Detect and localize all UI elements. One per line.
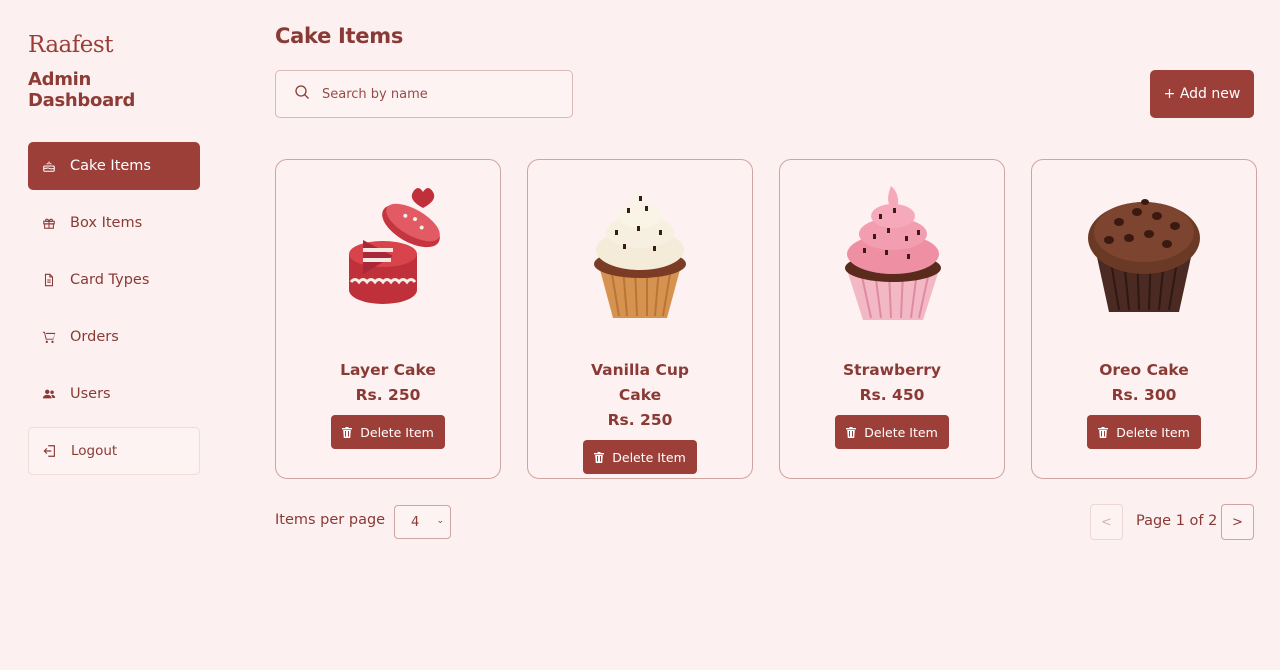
delete-item-button[interactable]: Delete Item (583, 440, 697, 474)
search-input[interactable] (322, 86, 542, 102)
users-icon (42, 387, 56, 401)
page-indicator: Page 1 of 2 (1136, 513, 1218, 529)
cake-card: Strawberry Rs. 450 Delete Item (779, 159, 1005, 479)
sidebar: Raafest Admin Dashboard Cake Items Box I… (28, 30, 200, 484)
search-box[interactable] (275, 70, 573, 118)
cake-name: Strawberry (843, 361, 941, 379)
delete-label: Delete Item (1116, 424, 1190, 440)
delete-label: Delete Item (612, 449, 686, 465)
sidebar-nav: Cake Items Box Items Card Types Orders U… (28, 142, 200, 475)
trash-icon (846, 426, 857, 438)
delete-item-button[interactable]: Delete Item (835, 415, 949, 449)
previous-page-button[interactable]: < (1090, 504, 1123, 540)
cake-card: Layer Cake Rs. 250 Delete Item (275, 159, 501, 479)
logout-label: Logout (71, 443, 118, 459)
sidebar-item-label: Orders (70, 329, 119, 345)
delete-label: Delete Item (864, 424, 938, 440)
cake-card: Oreo Cake Rs. 300 Delete Item (1031, 159, 1257, 479)
cake-name: Vanilla Cup Cake (591, 361, 689, 404)
add-new-button[interactable]: + Add new (1150, 70, 1254, 118)
cake-image (1079, 178, 1209, 328)
next-page-button[interactable]: > (1221, 504, 1254, 540)
trash-icon (342, 426, 353, 438)
brand-logo: Raafest (28, 32, 113, 58)
sidebar-item-label: Box Items (70, 215, 143, 231)
sidebar-item-orders[interactable]: Orders (28, 313, 200, 361)
cake-icon (42, 159, 56, 173)
delete-label: Delete Item (360, 424, 434, 440)
document-icon (42, 273, 56, 287)
cart-icon (42, 330, 56, 344)
cake-items-grid: Layer Cake Rs. 250 Delete Item Vanilla C… (275, 159, 1257, 479)
sidebar-item-box-items[interactable]: Box Items (28, 199, 200, 247)
sidebar-item-users[interactable]: Users (28, 370, 200, 418)
items-per-page-value: 4 (411, 514, 420, 530)
cake-card: Vanilla Cup Cake Rs. 250 Delete Item (527, 159, 753, 479)
delete-item-button[interactable]: Delete Item (1087, 415, 1201, 449)
trash-icon (1098, 426, 1109, 438)
gift-icon (42, 216, 56, 230)
cake-image (827, 178, 957, 328)
logout-button[interactable]: Logout (28, 427, 200, 475)
search-icon (294, 84, 310, 104)
cake-price: Rs. 250 (355, 386, 421, 404)
sidebar-item-label: Users (70, 386, 111, 402)
items-per-page-label: Items per page (275, 512, 386, 528)
dashboard-subtitle: Admin Dashboard (28, 69, 136, 111)
cake-image (323, 178, 453, 328)
logout-icon (43, 444, 57, 458)
cake-image (575, 178, 705, 328)
chevron-down-icon: ⌄ (436, 516, 444, 526)
cake-price: Rs. 450 (859, 386, 925, 404)
items-per-page-select[interactable]: 4 ⌄ (394, 505, 451, 539)
sidebar-item-card-types[interactable]: Card Types (28, 256, 200, 304)
cake-price: Rs. 250 (607, 411, 673, 429)
sidebar-item-cake-items[interactable]: Cake Items (28, 142, 200, 190)
trash-icon (594, 451, 605, 463)
sidebar-item-label: Card Types (70, 272, 150, 288)
page-title: Cake Items (275, 24, 404, 48)
delete-item-button[interactable]: Delete Item (331, 415, 445, 449)
cake-name: Layer Cake (340, 361, 436, 379)
sidebar-item-label: Cake Items (70, 158, 151, 174)
cake-name: Oreo Cake (1099, 361, 1189, 379)
cake-price: Rs. 300 (1111, 386, 1177, 404)
